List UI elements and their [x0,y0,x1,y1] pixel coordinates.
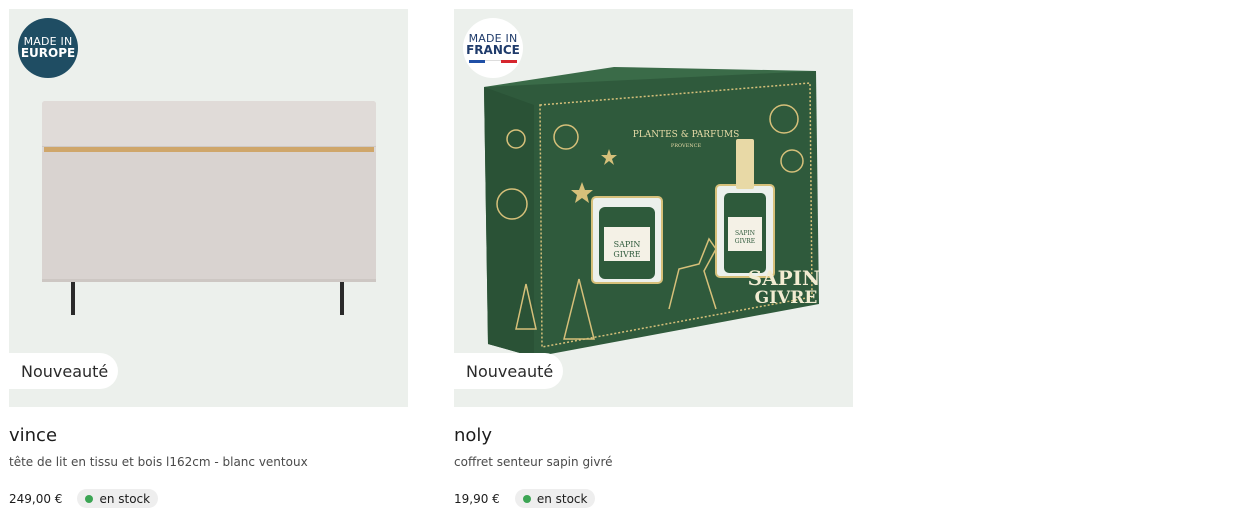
made-in-europe-badge: MADE IN EUROPE [18,18,78,78]
product-image-vince[interactable]: MADE IN EUROPE Nouveauté [9,9,408,407]
new-badge-label: Nouveauté [466,361,554,381]
new-badge: Nouveauté [454,353,564,389]
stock-label: en stock [99,491,151,506]
new-badge: Nouveauté [9,353,119,389]
product-price: 19,90 € [454,491,500,506]
stock-badge: en stock [514,489,596,508]
svg-text:GIVRE: GIVRE [613,250,640,259]
stock-label: en stock [536,491,588,506]
made-in-france-badge: MADE IN FRANCE [463,18,523,78]
svg-text:PLANTES & PARFUMS: PLANTES & PARFUMS [633,130,740,140]
stock-dot-icon [85,494,94,503]
stock-dot-icon [522,494,531,503]
badge-line2: FRANCE [466,43,520,58]
product-card-noly[interactable]: SAPIN GIVRE SAPIN GIVRE PLANTES & PARFUM… [454,9,853,508]
svg-text:SAPIN: SAPIN [748,266,821,290]
product-description[interactable]: coffret senteur sapin givré [454,455,853,469]
new-badge-label: Nouveauté [21,361,109,381]
stock-badge: en stock [77,489,159,508]
french-flag-icon [469,60,517,64]
svg-text:GIVRE: GIVRE [755,288,818,308]
product-price: 249,00 € [9,491,63,506]
product-meta: 19,90 € en stock [454,489,853,508]
product-meta: 249,00 € en stock [9,489,408,508]
svg-text:PROVENCE: PROVENCE [671,143,702,149]
product-name[interactable]: noly [454,425,853,446]
svg-text:GIVRE: GIVRE [735,238,755,245]
product-image-noly[interactable]: SAPIN GIVRE SAPIN GIVRE PLANTES & PARFUM… [454,9,853,407]
product-card-vince[interactable]: MADE IN EUROPE Nouveauté vince tête de l… [9,9,408,508]
svg-text:SAPIN: SAPIN [614,240,641,249]
svg-text:SAPIN: SAPIN [735,230,755,237]
badge-line2: EUROPE [20,46,76,61]
product-description[interactable]: tête de lit en tissu et bois l162cm - bl… [9,455,408,469]
product-name[interactable]: vince [9,425,408,446]
